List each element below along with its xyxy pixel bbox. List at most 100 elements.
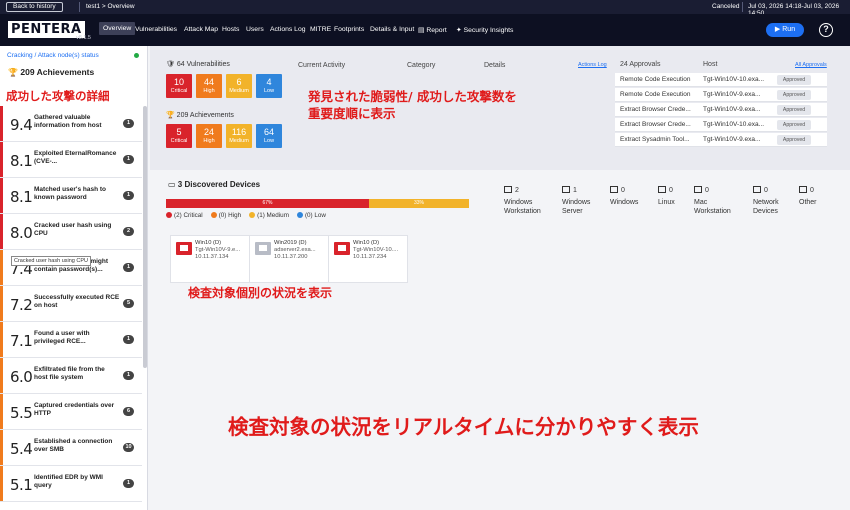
approval-row[interactable]: Remote Code Execution Tgt-Win10V-9.exa...… [615, 88, 827, 102]
severity-box-high[interactable]: 24 High [196, 124, 222, 148]
achievement-item[interactable]: 8.1 Exploited EternalRomance (CVE-... 1 [0, 142, 142, 178]
legend-item: (0) High [210, 212, 241, 219]
severity-box-medium[interactable]: 6 Medium [226, 74, 252, 98]
legend-item: (1) Medium [249, 212, 289, 219]
severity-box-high[interactable]: 44 High [196, 74, 222, 98]
vulnerabilities-title[interactable]: 🛡 64 Vulnerabilities [166, 60, 230, 68]
host-header: Host [703, 61, 718, 68]
host-card[interactable]: Win2019 (D) adserver2.exa... 10.11.37.200 [249, 235, 329, 283]
achievement-count-badge: 1 [123, 119, 134, 128]
os-category[interactable]: 0 Windows [610, 186, 654, 207]
tab-mitre[interactable]: MITRE [310, 26, 331, 33]
sidebar-breadcrumb[interactable]: Cracking / Attack node(s) status [7, 52, 99, 59]
tab-footprints[interactable]: Footprints [334, 26, 364, 33]
windows-host-icon [334, 242, 350, 255]
approval-action: Extract Browser Crede... [620, 106, 691, 113]
achievement-item[interactable]: 8.0 Cracked user hash using CPU 2 [0, 214, 142, 250]
tab-vulnerabilities[interactable]: Vulnerabilities [135, 26, 177, 33]
os-category[interactable]: 0 Network Devices [753, 186, 783, 216]
approval-row[interactable]: Extract Browser Crede... Tgt-Win10V-10.ex… [615, 118, 827, 132]
run-button[interactable]: ▶ Run [766, 23, 804, 37]
device-icon [610, 186, 618, 193]
severity-bar [0, 466, 3, 501]
achievements-sidebar: Cracking / Attack node(s) status 🏆 209 A… [0, 46, 148, 510]
tab-actions-log[interactable]: Actions Log [270, 26, 306, 33]
severity-count: 24 [203, 127, 214, 137]
severity-label: Medium [229, 138, 249, 144]
actions-log-link[interactable]: Actions Log [578, 62, 607, 68]
os-label: Windows Server [562, 199, 591, 215]
os-category[interactable]: 0 Mac Workstation [694, 186, 734, 216]
approval-action: Remote Code Execution [620, 76, 691, 83]
tab-overview[interactable]: Overview [99, 22, 136, 35]
approved-badge: Approved [777, 90, 811, 100]
os-category[interactable]: 2 Windows Workstation [504, 186, 548, 216]
help-icon[interactable]: ? [819, 23, 833, 37]
achievement-text: Gathered valuable information from host [34, 114, 102, 129]
achievement-score: 5.1 [10, 476, 33, 494]
approval-host: Tgt-Win10V-9.exa... [703, 91, 761, 98]
current-activity-header: Current Activity [298, 62, 346, 69]
achievement-count-badge: 1 [123, 371, 134, 380]
severity-box-low[interactable]: 64 Low [256, 124, 282, 148]
host-card[interactable]: Win10 (D) Tgt-Win10V-9.e... 10.11.37.134 [170, 235, 250, 283]
category-header: Category [407, 62, 436, 69]
sidebar-scrollbar[interactable] [143, 106, 147, 368]
tab-users[interactable]: Users [246, 26, 264, 33]
annotation-severity-summary: 発見された脆弱性/ 成功した攻撃数を 重要度順に表示 [308, 88, 517, 122]
achievement-text: Successfully executed RCE on host [34, 294, 120, 309]
severity-box-critical[interactable]: 5 Critical [166, 124, 192, 148]
breadcrumb: test1 > Overview [86, 3, 135, 10]
os-label: Windows Workstation [504, 199, 541, 215]
version-label: v8.1.5 [76, 35, 91, 41]
tab-report-label: Report [426, 27, 447, 34]
os-label: Network Devices [753, 199, 779, 215]
annotation-host-status: 検査対象個別の状況を表示 [188, 286, 333, 300]
back-to-history-label: Back to history [13, 3, 56, 10]
tab-security-insights[interactable]: ✦ Security Insights [456, 26, 513, 34]
severity-label: Critical [170, 88, 188, 94]
approval-row[interactable]: Remote Code Execution Tgt-Win10V-10.exa..… [615, 73, 827, 87]
tab-attack-map[interactable]: Attack Map [184, 26, 218, 33]
os-category[interactable]: 1 Windows Server [562, 186, 606, 216]
approval-row[interactable]: Extract Sysadmin Tool... Tgt-Win10V-9.exa… [615, 133, 827, 147]
achievement-count-badge: 1 [123, 191, 134, 200]
tab-details-input[interactable]: Details & Input [370, 26, 414, 33]
achievement-score: 7.2 [10, 296, 33, 314]
os-label: Windows [610, 199, 639, 206]
severity-box-critical[interactable]: 10 Critical [166, 74, 192, 98]
achievement-item[interactable]: 8.1 Matched user's hash to known password… [0, 178, 142, 214]
achievement-count-badge: 1 [123, 263, 134, 272]
all-approvals-link[interactable]: All Approvals [795, 62, 827, 68]
achievement-item[interactable]: 9.4 Gathered valuable information from ho… [0, 106, 142, 142]
vulnerabilities-title-text: 64 Vulnerabilities [176, 61, 230, 68]
approvals-header: 24 Approvals [620, 61, 661, 68]
achievement-item[interactable]: 5.5 Captured credentials over HTTP 6 [0, 394, 142, 430]
severity-box-medium[interactable]: 116 Medium [226, 124, 252, 148]
tab-report[interactable]: ▤ Report [418, 26, 447, 34]
os-count: 1 [573, 187, 577, 194]
achievements-title[interactable]: 🏆 209 Achievements [166, 111, 234, 119]
severity-count: 10 [173, 77, 184, 87]
severity-bar [0, 178, 3, 213]
approved-badge: Approved [777, 120, 811, 130]
achievement-item[interactable]: 5.1 Identified EDR by WMI query 1 [0, 466, 142, 502]
approval-row[interactable]: Extract Browser Crede... Tgt-Win10V-9.exa… [615, 103, 827, 117]
back-to-history-button[interactable]: Back to history [6, 2, 63, 12]
tab-hosts[interactable]: Hosts [222, 26, 239, 33]
achievement-item[interactable]: 7.2 Successfully executed RCE on host 5 [0, 286, 142, 322]
severity-box-low[interactable]: 4 Low [256, 74, 282, 98]
achievement-item[interactable]: 6.0 Exfiltrated file from the host file s… [0, 358, 142, 394]
annotation-realtime: 検査対象の状況をリアルタイムに分かりやすく表示 [228, 415, 699, 439]
approved-badge: Approved [777, 75, 811, 85]
approval-host: Tgt-Win10V-10.exa... [703, 76, 765, 83]
achievement-item[interactable]: 7.1 Found a user with privileged RCE... 1 [0, 322, 142, 358]
achievement-text: Cracked user hash using CPU [34, 222, 112, 237]
achievement-text: Established a connection over SMB [34, 438, 113, 453]
details-header: Details [484, 62, 506, 69]
os-category[interactable]: 0 Other [799, 186, 843, 207]
sparkle-icon: ✦ [456, 27, 462, 34]
divider [79, 2, 80, 12]
achievement-item[interactable]: 5.4 Established a connection over SMB 10 [0, 430, 142, 466]
host-card[interactable]: Win10 (D) Tgt-Win10V-10.... 10.11.37.234 [328, 235, 408, 283]
